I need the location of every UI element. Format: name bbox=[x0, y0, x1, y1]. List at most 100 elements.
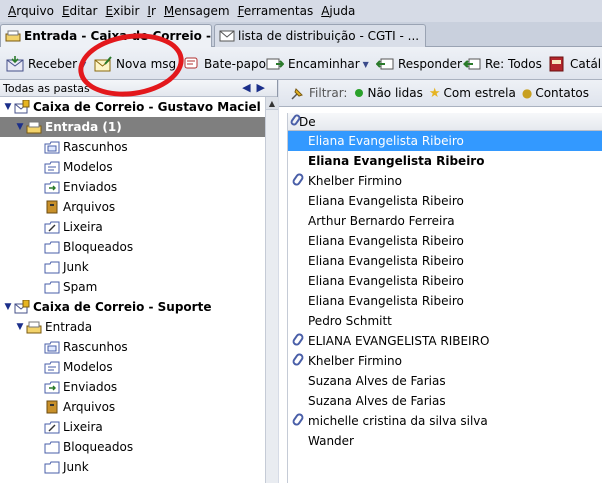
message-row[interactable]: michelle cristina da silva silva bbox=[288, 411, 602, 431]
menu-ferramentas[interactable]: Ferramentas bbox=[234, 4, 318, 18]
receber-button[interactable]: Receber ▼ bbox=[6, 53, 86, 75]
message-row[interactable]: Eliana Evangelista Ribeiro bbox=[288, 251, 602, 271]
message-row[interactable]: Eliana Evangelista Ribeiro bbox=[288, 271, 602, 291]
attachment-icon bbox=[288, 411, 308, 429]
folder-item[interactable]: ▼ Caixa de Correio - Suporte bbox=[0, 297, 265, 317]
prev-view-icon[interactable]: ◀ bbox=[242, 81, 256, 94]
archive-icon bbox=[44, 200, 60, 214]
address-book-icon bbox=[548, 56, 566, 72]
folder-item[interactable]: ▼ Caixa de Correio - Gustavo Maciel bbox=[0, 97, 265, 117]
contact-icon: ● bbox=[521, 86, 533, 100]
folder-label: Enviados bbox=[63, 180, 118, 194]
message-row[interactable]: Eliana Evangelista Ribeiro bbox=[288, 191, 602, 211]
bate-papo-button[interactable]: Bate-papo bbox=[182, 53, 266, 75]
folder-pane: Todas as pastas ◀▶ ▼ Caixa de Correio - G… bbox=[0, 80, 278, 483]
nova-msg-button[interactable]: Nova msg bbox=[94, 53, 176, 75]
folder-label: Caixa de Correio - Suporte bbox=[33, 300, 212, 314]
filter-nao-lidas[interactable]: Não lidas bbox=[355, 86, 423, 100]
message-row[interactable]: Suzana Alves de Farias bbox=[288, 391, 602, 411]
envelope-icon bbox=[219, 29, 235, 43]
encaminhar-button[interactable]: Encaminhar ▼ bbox=[266, 53, 369, 75]
attachment-column-icon[interactable] bbox=[289, 113, 302, 129]
compose-icon bbox=[94, 56, 112, 72]
chevron-down-icon[interactable]: ▼ bbox=[80, 60, 86, 69]
folder-item[interactable]: Lixeira bbox=[0, 217, 265, 237]
unread-dot-icon bbox=[355, 89, 364, 97]
tab-bar: Entrada - Caixa de Correio - ... lista d… bbox=[0, 22, 602, 47]
message-sender: Wander bbox=[308, 434, 354, 448]
inbox-icon bbox=[26, 120, 42, 134]
expand-twisty-icon[interactable]: ▼ bbox=[14, 122, 26, 132]
filter-contatos[interactable]: ● Contatos bbox=[522, 86, 589, 100]
filter-com-estrela[interactable]: ★ Com estrela bbox=[429, 86, 516, 101]
message-pane: Filtrar: Não lidas ★ Com estrela ● Contato… bbox=[279, 80, 602, 483]
folder-item[interactable]: Modelos bbox=[0, 157, 265, 177]
folder-item[interactable]: Enviados bbox=[0, 377, 265, 397]
message-row[interactable]: Wander bbox=[288, 431, 602, 451]
folder-scrollbar[interactable]: ▲ bbox=[265, 97, 278, 483]
expand-twisty-icon[interactable]: ▼ bbox=[2, 302, 14, 312]
menu-editar[interactable]: Editar bbox=[58, 4, 102, 18]
folder-item[interactable]: Lixeira bbox=[0, 417, 265, 437]
folder-icon bbox=[44, 440, 60, 454]
message-sender: Khelber Firmino bbox=[308, 174, 402, 188]
responder-button[interactable]: Responder bbox=[375, 53, 462, 75]
message-row[interactable]: Eliana Evangelista Ribeiro bbox=[288, 231, 602, 251]
toolbar: Receber ▼ Nova msg Bate-papo Encaminhar … bbox=[0, 47, 602, 80]
inbox-icon bbox=[5, 29, 21, 43]
message-row[interactable]: Eliana Evangelista Ribeiro bbox=[288, 291, 602, 311]
message-sender: Eliana Evangelista Ribeiro bbox=[308, 134, 464, 148]
re-todos-button[interactable]: Re: Todos bbox=[463, 53, 542, 75]
folder-label: Bloqueados bbox=[63, 440, 134, 454]
chat-icon bbox=[182, 56, 200, 72]
message-row[interactable]: ELIANA EVANGELISTA RIBEIRO bbox=[288, 331, 602, 351]
message-row[interactable]: Khelber Firmino bbox=[288, 171, 602, 191]
folder-label: Lixeira bbox=[63, 220, 103, 234]
folder-item[interactable]: Arquivos bbox=[0, 197, 265, 217]
message-row[interactable]: Pedro Schmitt bbox=[288, 311, 602, 331]
message-row[interactable]: Arthur Bernardo Ferreira bbox=[288, 211, 602, 231]
message-sender: michelle cristina da silva silva bbox=[308, 414, 488, 428]
folder-item[interactable]: Enviados bbox=[0, 177, 265, 197]
reply-icon bbox=[375, 56, 394, 72]
folder-item[interactable]: Modelos bbox=[0, 357, 265, 377]
templates-icon bbox=[44, 160, 60, 174]
menu-ajuda[interactable]: Ajuda bbox=[317, 4, 359, 18]
folder-item[interactable]: Rascunhos bbox=[0, 137, 265, 157]
menu-bar: Arquivo Editar Exibir Ir Mensagem Ferram… bbox=[0, 0, 602, 22]
star-icon: ★ bbox=[428, 85, 441, 101]
message-row[interactable]: Khelber Firmino bbox=[288, 351, 602, 371]
drafts-icon bbox=[44, 140, 60, 154]
next-view-icon[interactable]: ▶ bbox=[257, 81, 271, 94]
menu-ir[interactable]: Ir bbox=[143, 4, 159, 18]
column-header-from[interactable]: De bbox=[288, 113, 602, 131]
tab-entrada[interactable]: Entrada - Caixa de Correio - ... bbox=[0, 24, 212, 47]
scroll-up-icon[interactable]: ▲ bbox=[266, 97, 278, 110]
folder-item[interactable]: Bloqueados bbox=[0, 237, 265, 257]
folder-item[interactable]: ▼ Entrada bbox=[0, 317, 265, 337]
message-row[interactable]: Eliana Evangelista Ribeiro bbox=[288, 151, 602, 171]
folder-item[interactable]: ▼ Entrada (1) bbox=[0, 117, 265, 137]
attachment-icon bbox=[288, 351, 308, 369]
folder-item[interactable]: Rascunhos bbox=[0, 337, 265, 357]
menu-arquivo[interactable]: Arquivo bbox=[4, 4, 58, 18]
templates-icon bbox=[44, 360, 60, 374]
chevron-down-icon[interactable]: ▼ bbox=[363, 60, 369, 69]
tab-lista-distribuicao[interactable]: lista de distribuição - CGTI - ... ✖ bbox=[214, 24, 426, 47]
folder-item[interactable]: Bloqueados bbox=[0, 437, 265, 457]
message-row[interactable]: Eliana Evangelista Ribeiro bbox=[288, 131, 602, 151]
folder-item[interactable]: Junk bbox=[0, 457, 265, 477]
folder-item[interactable]: Spam bbox=[0, 277, 265, 297]
menu-exibir[interactable]: Exibir bbox=[102, 4, 144, 18]
forward-icon bbox=[266, 56, 285, 72]
expand-twisty-icon[interactable]: ▼ bbox=[14, 322, 26, 332]
sent-icon bbox=[44, 180, 60, 194]
menu-mensagem[interactable]: Mensagem bbox=[160, 4, 234, 18]
folder-item[interactable]: Junk bbox=[0, 257, 265, 277]
folder-item[interactable]: Arquivos bbox=[0, 397, 265, 417]
account-icon bbox=[14, 299, 30, 314]
expand-twisty-icon[interactable]: ▼ bbox=[2, 102, 14, 112]
catalogo-button[interactable]: Catál bbox=[548, 53, 601, 75]
message-row[interactable]: Suzana Alves de Farias bbox=[288, 371, 602, 391]
message-sender: Eliana Evangelista Ribeiro bbox=[308, 154, 485, 168]
